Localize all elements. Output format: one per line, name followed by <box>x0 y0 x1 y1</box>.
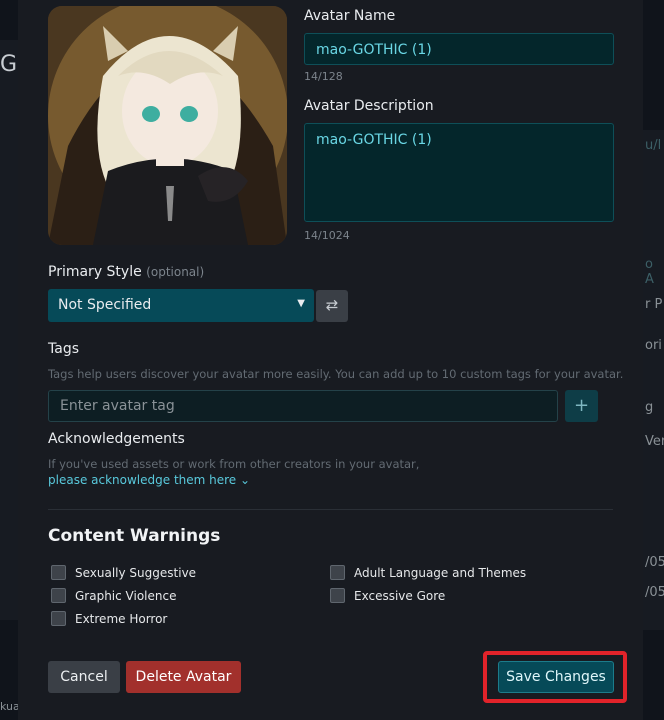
tags-label: Tags <box>48 341 79 357</box>
avatar-image <box>48 6 287 245</box>
checkbox-adult-language[interactable]: Adult Language and Themes <box>330 565 526 580</box>
checkbox-graphic-violence[interactable]: Graphic Violence <box>51 588 176 603</box>
checkbox-label: Graphic Violence <box>75 588 177 603</box>
avatar-name-counter: 14/128 <box>304 70 343 83</box>
checkbox-excessive-gore[interactable]: Excessive Gore <box>330 588 445 603</box>
avatar-description-label: Avatar Description <box>304 98 434 114</box>
bg-fragment: o A <box>645 257 654 287</box>
checkbox-box[interactable] <box>51 588 66 603</box>
avatar-thumbnail[interactable] <box>48 6 287 245</box>
chevron-down-icon: ▼ <box>297 298 305 309</box>
primary-style-label: Primary Style (optional) <box>48 264 204 280</box>
bg-fragment: /05 <box>645 555 664 570</box>
checkbox-box[interactable] <box>51 611 66 626</box>
bg-fragment: u/l <box>645 138 662 153</box>
content-warnings-title: Content Warnings <box>48 526 221 546</box>
acknowledgements-help-text: If you've used assets or work from other… <box>48 457 420 471</box>
bg-fragment: kua <box>0 700 20 713</box>
tag-input[interactable]: Enter avatar tag <box>48 390 558 422</box>
bg-fragment: g <box>645 400 654 415</box>
primary-style-value: Not Specified <box>58 297 152 313</box>
checkbox-box[interactable] <box>51 565 66 580</box>
bg-fragment: ori <box>645 338 662 353</box>
highlight-box <box>483 651 627 703</box>
cancel-button[interactable]: Cancel <box>48 661 120 693</box>
section-divider <box>48 509 613 510</box>
bg-fragment: Ver <box>645 434 664 449</box>
acknowledge-link[interactable]: please acknowledge them here ⌄ <box>48 473 250 487</box>
swap-style-button[interactable]: ⇄ <box>316 290 348 322</box>
checkbox-label: Excessive Gore <box>354 588 446 603</box>
plus-icon: + <box>573 395 590 416</box>
checkbox-label: Extreme Horror <box>75 611 168 626</box>
checkbox-box[interactable] <box>330 588 345 603</box>
primary-style-label-text: Primary Style <box>48 264 142 280</box>
checkbox-extreme-horror[interactable]: Extreme Horror <box>51 611 167 626</box>
checkbox-label: Sexually Suggestive <box>75 565 197 580</box>
delete-avatar-button[interactable]: Delete Avatar <box>126 661 241 693</box>
primary-style-optional: (optional) <box>146 265 205 279</box>
checkbox-sexually-suggestive[interactable]: Sexually Suggestive <box>51 565 196 580</box>
avatar-description-textarea[interactable]: mao-GOTHIC (1) <box>304 123 614 222</box>
bg-fragment: /05 <box>645 585 664 600</box>
edit-avatar-modal: Avatar Name mao-GOTHIC (1) 14/128 Avatar… <box>18 0 643 720</box>
swap-icon: ⇄ <box>325 296 339 314</box>
bg-letter: G <box>0 52 18 77</box>
checkbox-label: Adult Language and Themes <box>354 565 527 580</box>
primary-style-select[interactable]: Not Specified ▼ <box>48 289 314 322</box>
avatar-name-label: Avatar Name <box>304 8 396 24</box>
checkbox-box[interactable] <box>330 565 345 580</box>
acknowledgements-label: Acknowledgements <box>48 431 185 447</box>
add-tag-button[interactable]: + <box>565 390 598 422</box>
avatar-description-counter: 14/1024 <box>304 229 350 242</box>
bg-panel-left <box>0 40 18 620</box>
avatar-name-input[interactable]: mao-GOTHIC (1) <box>304 33 614 65</box>
bg-fragment: r P <box>645 297 663 312</box>
tags-help-text: Tags help users discover your avatar mor… <box>48 367 624 381</box>
